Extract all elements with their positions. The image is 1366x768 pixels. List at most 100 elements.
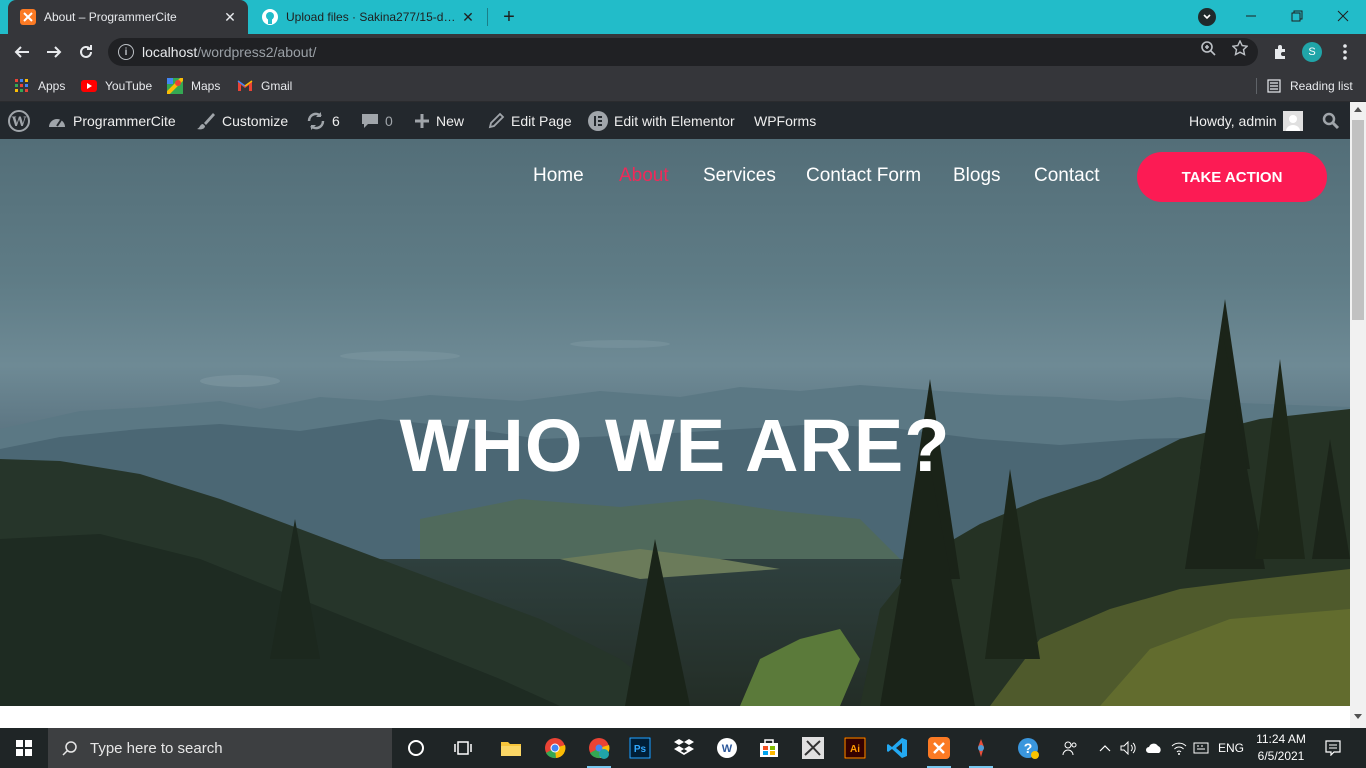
new-tab-plus-icon[interactable]: +	[498, 6, 520, 28]
onedrive-cloud-icon[interactable]	[1142, 728, 1166, 768]
bookmark-apps[interactable]: Apps	[14, 76, 65, 96]
task-view-icon[interactable]	[447, 732, 479, 764]
adminbar-comments[interactable]: 0	[361, 102, 393, 139]
site-header: Home About Services Contact Form Blogs C…	[0, 139, 1350, 215]
tab-search-chevron-icon[interactable]	[1198, 8, 1216, 26]
nav-blogs[interactable]: Blogs	[953, 165, 1001, 187]
adminbar-updates-count: 6	[332, 112, 340, 129]
adminbar-site-name[interactable]: ProgrammerCite	[47, 102, 176, 139]
wordpress-logo-icon[interactable]: W	[8, 102, 30, 139]
adminbar-customize[interactable]: Customize	[196, 102, 288, 139]
microsoft-store-icon[interactable]	[753, 732, 785, 764]
adminbar-new[interactable]: New	[414, 102, 464, 139]
plus-icon	[414, 113, 430, 129]
file-explorer-icon[interactable]	[495, 732, 527, 764]
scrollbar-thumb[interactable]	[1352, 120, 1364, 320]
chrome-profile-icon[interactable]	[583, 732, 615, 768]
scroll-up-arrow-icon[interactable]	[1354, 106, 1362, 114]
cortana-icon[interactable]	[400, 732, 432, 764]
tab-title: About – ProgrammerCite	[44, 10, 177, 24]
photoshop-icon[interactable]: Ps	[624, 732, 656, 764]
word-app-icon[interactable]: W	[711, 732, 743, 764]
bookmark-label: Apps	[38, 79, 66, 93]
windows-start-icon[interactable]	[0, 728, 48, 768]
git-tool-icon[interactable]	[965, 732, 997, 768]
page-scrollbar[interactable]	[1350, 102, 1366, 728]
bookmarks-bar: Apps YouTube Maps Gmail Reading list	[0, 70, 1366, 102]
svg-text:W: W	[11, 115, 27, 130]
take-action-button[interactable]: TAKE ACTION	[1137, 152, 1327, 202]
dropbox-icon[interactable]	[668, 732, 700, 764]
tray-chevron-up-icon[interactable]	[1096, 728, 1114, 768]
adminbar-search-icon[interactable]	[1322, 102, 1340, 139]
window-close-icon[interactable]	[1320, 0, 1366, 32]
reading-list-button[interactable]: Reading list	[1266, 76, 1353, 96]
adminbar-edit-elementor[interactable]: Edit with Elementor	[588, 102, 735, 139]
scroll-down-arrow-icon[interactable]	[1354, 714, 1362, 722]
menu-kebab-icon[interactable]	[1331, 38, 1359, 66]
forward-arrow-icon[interactable]	[40, 38, 68, 66]
adminbar-wpforms[interactable]: WPForms	[754, 102, 816, 139]
bookmarks-separator	[1256, 78, 1257, 94]
hero-heading: WHO WE ARE?	[399, 404, 951, 487]
adminbar-updates[interactable]: 6	[306, 102, 340, 139]
nav-about[interactable]: About	[619, 165, 669, 187]
tab-close-icon[interactable]: ✕	[458, 7, 478, 27]
bookmark-label: Maps	[191, 79, 221, 93]
wifi-icon[interactable]	[1168, 728, 1190, 768]
profile-avatar[interactable]: S	[1302, 42, 1322, 62]
vscode-icon[interactable]	[881, 732, 913, 764]
tab-about-programmercite[interactable]: About – ProgrammerCite ✕	[8, 0, 248, 34]
gmail-icon	[237, 78, 253, 94]
nav-home[interactable]: Home	[533, 165, 584, 187]
reload-icon[interactable]	[72, 38, 100, 66]
restore-icon[interactable]	[1274, 0, 1320, 32]
bookmark-maps[interactable]: Maps	[167, 76, 220, 96]
svg-text:W: W	[722, 743, 733, 755]
svg-text:Ai: Ai	[850, 744, 860, 755]
reading-list-icon	[1266, 78, 1282, 94]
bookmark-label: YouTube	[105, 79, 153, 93]
snip-sketch-icon[interactable]	[797, 732, 829, 764]
notification-center-icon[interactable]	[1318, 728, 1348, 768]
svg-text:Ps: Ps	[634, 744, 647, 755]
tab-close-icon[interactable]: ✕	[220, 7, 240, 27]
back-arrow-icon[interactable]	[8, 38, 36, 66]
minimize-icon[interactable]	[1228, 0, 1274, 32]
clock-date: 6/5/2021	[1257, 749, 1305, 763]
volume-icon[interactable]	[1118, 728, 1140, 768]
nav-contact[interactable]: Contact	[1034, 165, 1099, 187]
tab-upload-files[interactable]: Upload files · Sakina277/15-days ✕	[250, 0, 486, 34]
dashboard-gauge-icon	[47, 112, 67, 130]
illustrator-icon[interactable]: Ai	[839, 732, 871, 764]
apps-grid-icon	[14, 78, 30, 94]
zoom-icon[interactable]	[1199, 39, 1217, 57]
help-icon[interactable]: ?	[1012, 732, 1044, 764]
language-indicator[interactable]: ENG	[1214, 728, 1248, 768]
nav-services[interactable]: Services	[703, 165, 776, 187]
youtube-icon	[81, 78, 97, 94]
adminbar-edit-page[interactable]: Edit Page	[487, 102, 572, 139]
adminbar-comments-count: 0	[385, 112, 393, 129]
adminbar-site-label: ProgrammerCite	[73, 112, 176, 129]
address-bar[interactable]: i localhost/wordpress2/about/	[108, 38, 1258, 66]
bookmark-youtube[interactable]: YouTube	[81, 76, 152, 96]
taskbar-clock[interactable]: 11:24 AM 6/5/2021	[1250, 731, 1312, 765]
adminbar-my-account[interactable]: Howdy, admin	[1189, 102, 1303, 139]
bookmark-star-icon[interactable]	[1231, 39, 1249, 57]
github-favicon-icon	[262, 9, 278, 25]
pencil-icon	[487, 112, 505, 130]
maps-icon	[167, 78, 183, 94]
taskbar-search-box[interactable]: Type here to search	[48, 728, 392, 768]
nav-contact-form[interactable]: Contact Form	[806, 165, 921, 187]
site-info-icon[interactable]: i	[118, 44, 134, 60]
adminbar-howdy-label: Howdy, admin	[1189, 112, 1277, 129]
url-host: localhost	[142, 44, 198, 60]
extensions-puzzle-icon[interactable]	[1266, 38, 1294, 66]
xampp-icon[interactable]	[923, 732, 955, 768]
input-method-icon[interactable]	[1192, 728, 1210, 768]
chrome-icon[interactable]	[539, 732, 571, 764]
tab-title: Upload files · Sakina277/15-days	[286, 10, 458, 24]
people-icon[interactable]	[1058, 728, 1082, 768]
bookmark-gmail[interactable]: Gmail	[237, 76, 292, 96]
